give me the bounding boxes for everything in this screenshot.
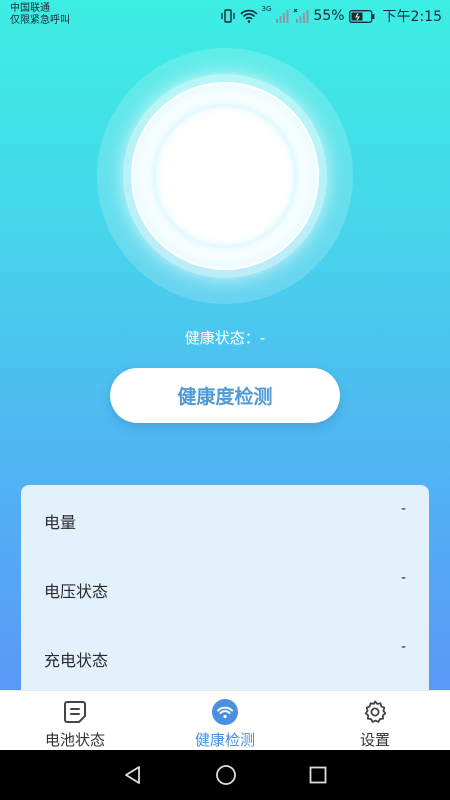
nav-battery-status[interactable]: 电池状态 bbox=[0, 691, 150, 750]
wifi-status-icon bbox=[239, 9, 258, 23]
back-icon[interactable] bbox=[123, 765, 143, 785]
gauge-center bbox=[155, 106, 295, 246]
gear-icon bbox=[361, 698, 389, 726]
info-row-value: - bbox=[400, 639, 406, 655]
nav-label: 健康检测 bbox=[194, 731, 255, 749]
info-row-charging-status: 充电状态 - bbox=[21, 637, 429, 677]
emergency-only-text: 仅限紧急呼叫 bbox=[10, 15, 70, 26]
info-row-label: 充电状态 bbox=[44, 651, 109, 670]
nav-settings[interactable]: 设置 bbox=[300, 691, 450, 750]
health-detect-button[interactable]: 健康度检测 bbox=[110, 368, 340, 423]
battery-info-card: 电量 - 电压状态 - 充电状态 - bbox=[21, 485, 429, 690]
info-row-label: 电压状态 bbox=[44, 582, 109, 601]
battery-note-icon bbox=[61, 698, 89, 726]
carrier-name: 中国联通 bbox=[10, 3, 50, 14]
signal-bars-nosim-icon bbox=[293, 9, 309, 23]
system-indicators: 3G 55% 下午2:15 bbox=[220, 5, 442, 26]
app-screen: 中国联通 仅限紧急呼叫 3G 55% 下午2:15 健康状态：- 健康度检测 电… bbox=[0, 0, 450, 690]
info-row-voltage-status: 电压状态 - bbox=[21, 568, 429, 608]
info-row-value: - bbox=[400, 501, 406, 517]
info-row-charge-level: 电量 - bbox=[21, 499, 429, 539]
health-status-text: 健康状态：- bbox=[184, 329, 266, 347]
carrier-info: 中国联通 仅限紧急呼叫 bbox=[10, 3, 70, 27]
nav-label: 电池状态 bbox=[44, 731, 105, 749]
battery-percent: 55% bbox=[313, 8, 345, 24]
home-icon[interactable] bbox=[215, 764, 237, 786]
signal-bars-icon bbox=[275, 9, 289, 23]
wifi-signal-icon bbox=[211, 698, 239, 726]
nav-health-detect[interactable]: 健康检测 bbox=[150, 691, 300, 750]
battery-icon bbox=[348, 9, 375, 23]
network-type-label: 3G bbox=[261, 5, 272, 13]
bottom-navigation: 电池状态 健康检测 设置 bbox=[0, 690, 450, 750]
info-row-value: - bbox=[400, 570, 406, 586]
recents-icon[interactable] bbox=[309, 766, 327, 784]
status-bar: 中国联通 仅限紧急呼叫 3G 55% 下午2:15 bbox=[0, 0, 450, 30]
nav-label: 设置 bbox=[359, 731, 390, 749]
vibrate-icon bbox=[220, 9, 236, 23]
info-row-label: 电量 bbox=[44, 513, 77, 532]
clock: 下午2:15 bbox=[382, 9, 442, 25]
system-navigation-bar bbox=[0, 750, 450, 800]
